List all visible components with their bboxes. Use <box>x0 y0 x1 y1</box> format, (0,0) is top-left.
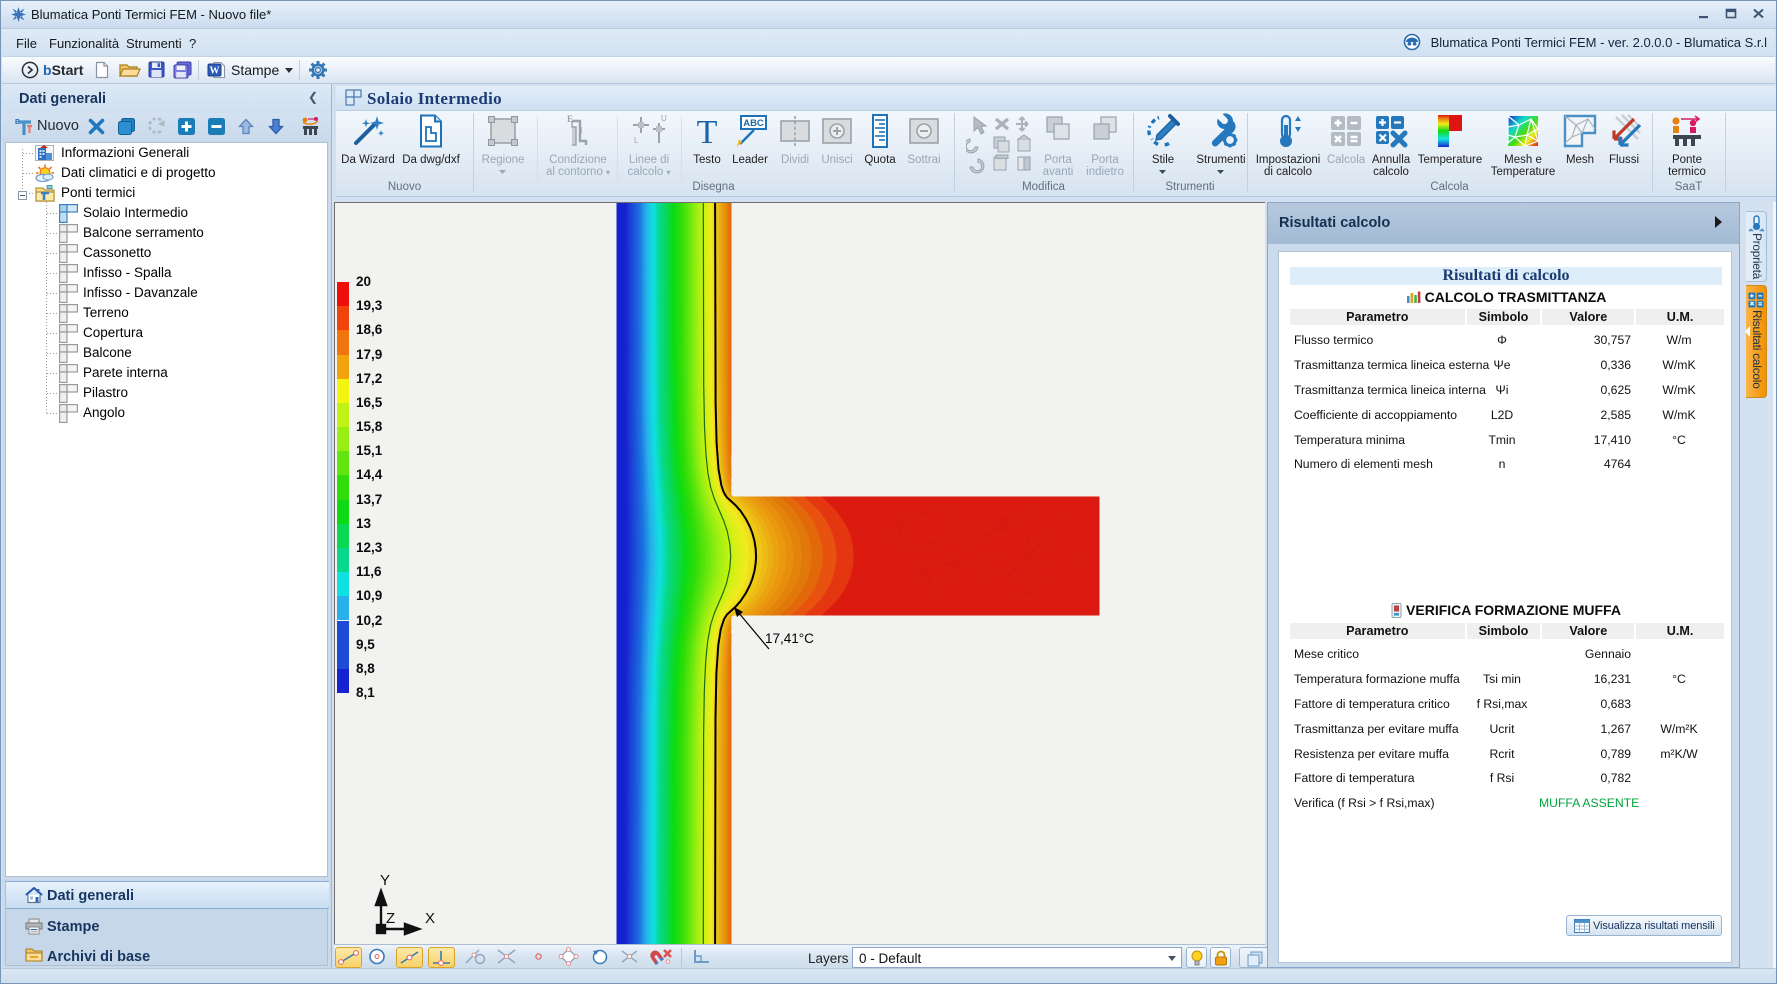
svg-text:Z: Z <box>386 910 395 927</box>
svg-text:ABC: ABC <box>743 118 764 129</box>
svg-text:T: T <box>697 114 718 149</box>
svg-text:U: U <box>661 114 667 123</box>
svg-text:W: W <box>210 66 220 77</box>
svg-text:I: I <box>580 126 583 135</box>
svg-text:L: L <box>634 136 639 145</box>
svg-text:Y: Y <box>380 872 390 889</box>
svg-text:X: X <box>425 910 435 927</box>
